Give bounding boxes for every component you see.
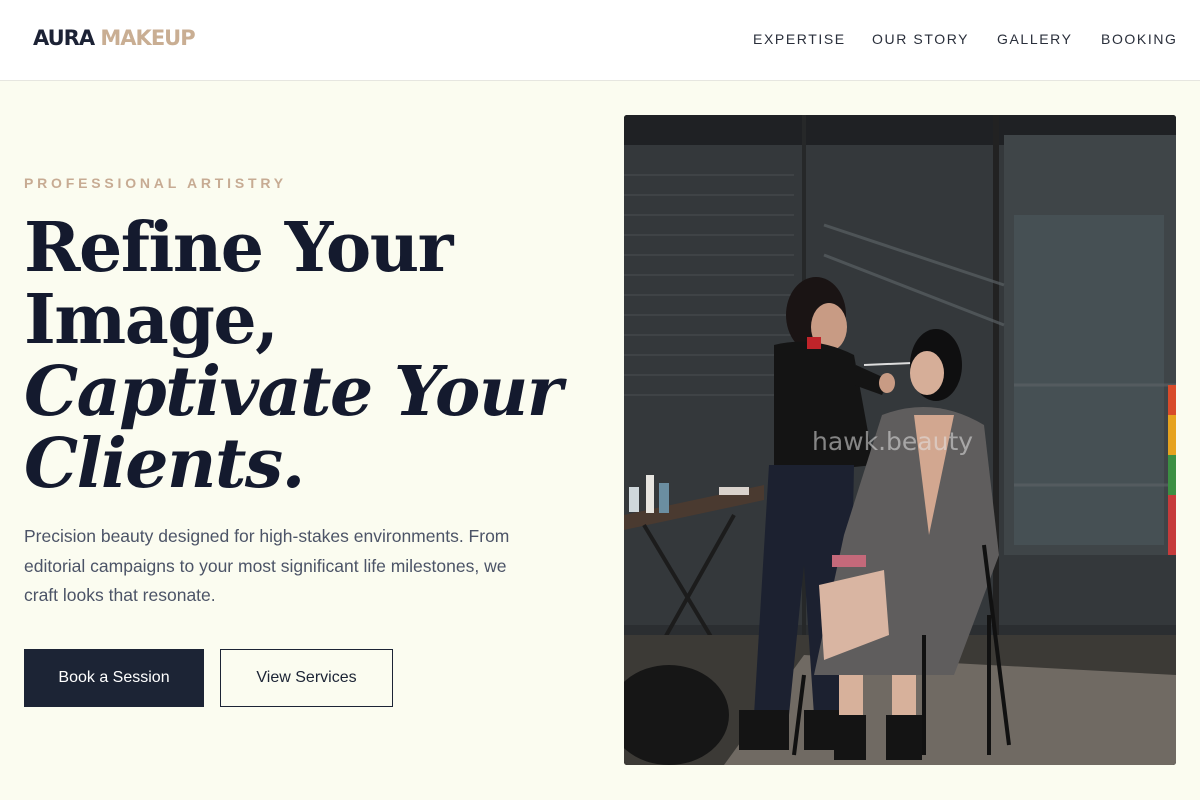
nav-link-expertise[interactable]: EXPERTISE	[753, 31, 846, 47]
headline-line-3: Captivate Your	[24, 352, 563, 432]
headline-line-2: Image,	[24, 280, 279, 360]
top-navbar: AURA MAKEUP EXPERTISE OUR STORY GALLERY …	[0, 0, 1200, 81]
hero-eyebrow: PROFESSIONAL ARTISTRY	[24, 175, 287, 191]
brand-logo[interactable]: AURA MAKEUP	[33, 26, 196, 50]
hero-headline: Refine Your Image, Captivate Your Client…	[24, 212, 564, 500]
headline-line-4: Clients.	[24, 424, 305, 504]
hero-description: Precision beauty designed for high-stake…	[24, 526, 510, 605]
photo-watermark: hawk.beauty	[812, 427, 974, 456]
view-services-button[interactable]: View Services	[220, 649, 393, 707]
headline-line-1: Refine Your	[24, 208, 454, 288]
brand-name-accent: MAKEUP	[100, 26, 195, 50]
nav-link-our-story[interactable]: OUR STORY	[872, 31, 969, 47]
book-session-button[interactable]: Book a Session	[24, 649, 204, 707]
nav-link-gallery[interactable]: GALLERY	[997, 31, 1073, 47]
nav-link-booking[interactable]: BOOKING	[1101, 31, 1178, 47]
brand-name-primary: AURA	[33, 26, 95, 50]
hero-photo: hawk.beauty	[624, 115, 1176, 765]
